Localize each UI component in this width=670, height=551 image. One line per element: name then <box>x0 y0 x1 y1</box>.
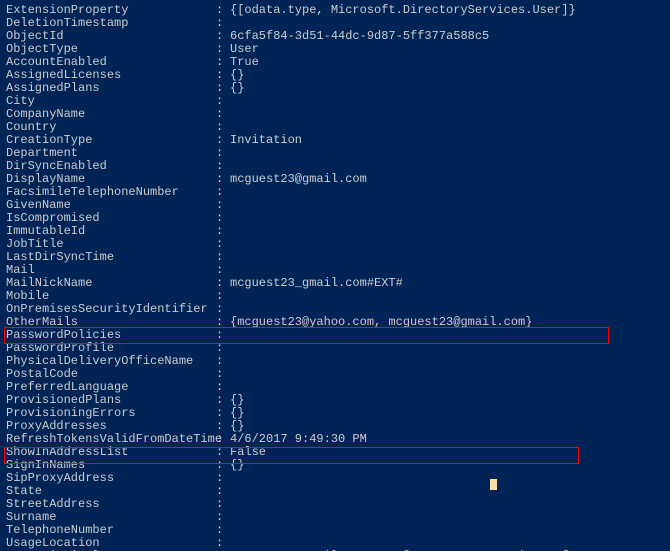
output-row: City: <box>6 95 664 108</box>
output-row: GivenName: <box>6 199 664 212</box>
output-row: ObjectId:6cfa5f84-3d51-44dc-9d87-5ff377a… <box>6 30 664 43</box>
output-lines: ExtensionProperty:{[odata.type, Microsof… <box>6 4 664 551</box>
output-row: State: <box>6 485 664 498</box>
property-value: {} <box>230 459 244 472</box>
output-row: TelephoneNumber: <box>6 524 664 537</box>
property-label: LastDirSyncTime <box>6 251 216 264</box>
output-row: MailNickName:mcguest23_gmail.com#EXT# <box>6 277 664 290</box>
output-row: AssignedPlans:{} <box>6 82 664 95</box>
output-row: CompanyName: <box>6 108 664 121</box>
output-row: IsCompromised: <box>6 212 664 225</box>
output-row: ShowInAddressList:False <box>6 446 664 459</box>
property-value: {[odata.type, Microsoft.DirectoryService… <box>230 4 576 17</box>
output-row: FacsimileTelephoneNumber: <box>6 186 664 199</box>
output-row: AssignedLicenses:{} <box>6 69 664 82</box>
output-row: StreetAddress: <box>6 498 664 511</box>
property-value: Invitation <box>230 134 302 147</box>
output-row: CreationType:Invitation <box>6 134 664 147</box>
output-row: ImmutableId: <box>6 225 664 238</box>
property-value: {} <box>230 82 244 95</box>
property-value: 6cfa5f84-3d51-44dc-9d87-5ff377a588c5 <box>230 30 489 43</box>
powershell-console[interactable]: ExtensionProperty:{[odata.type, Microsof… <box>0 0 670 551</box>
property-value: {mcguest23@yahoo.com, mcguest23@gmail.co… <box>230 316 532 329</box>
text-cursor <box>490 479 497 490</box>
property-label: AssignedPlans <box>6 82 216 95</box>
output-row: PhysicalDeliveryOfficeName: <box>6 355 664 368</box>
output-row: Country: <box>6 121 664 134</box>
property-value: mcguest23@gmail.com <box>230 173 367 186</box>
output-row: LastDirSyncTime: <box>6 251 664 264</box>
property-value: mcguest23_gmail.com#EXT# <box>230 277 403 290</box>
output-row: SipProxyAddress: <box>6 472 664 485</box>
